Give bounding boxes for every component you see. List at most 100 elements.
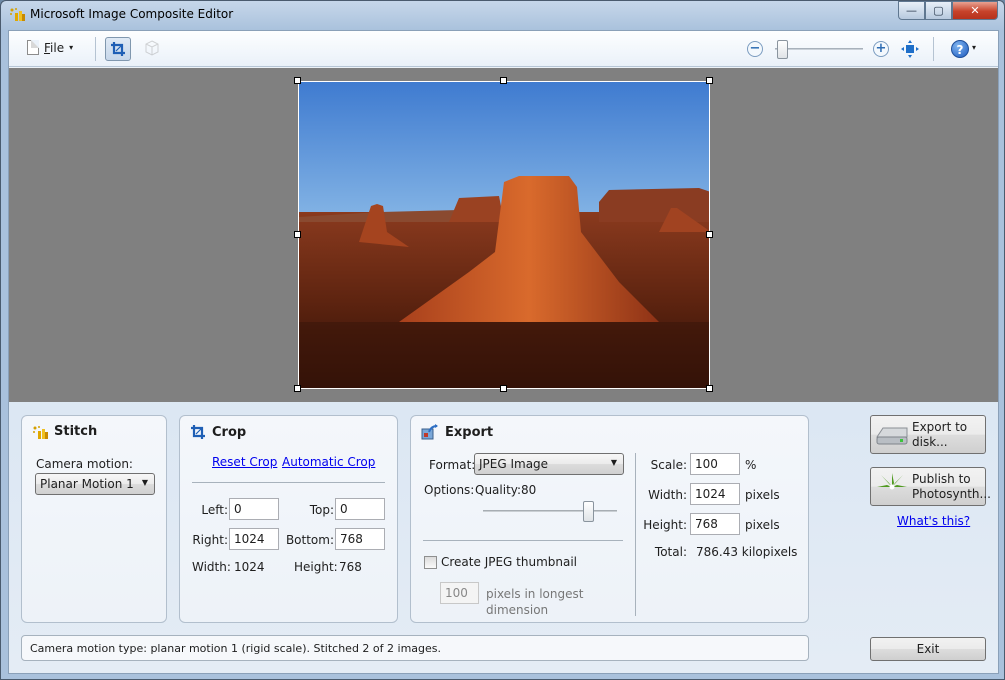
crop-tool-button[interactable]: [105, 37, 131, 61]
app-icon: [10, 8, 25, 21]
scale-label: Scale:: [650, 458, 687, 472]
exit-button[interactable]: Exit: [870, 637, 986, 661]
help-caret-icon[interactable]: ▾: [972, 43, 976, 52]
crop-right-label: Right:: [192, 533, 228, 547]
stitch-icon: [33, 425, 48, 439]
toolbar-separator: [95, 37, 96, 61]
thumbnail-desc-line1: pixels in longest: [486, 587, 584, 601]
title-bar[interactable]: Microsoft Image Composite Editor — ▢ ✕: [1, 1, 1004, 27]
crop-handle-left[interactable]: [294, 231, 301, 238]
crop-icon: [191, 425, 205, 439]
crop-handle-top[interactable]: [500, 77, 507, 84]
create-thumbnail-checkbox[interactable]: [424, 556, 437, 569]
image-canvas[interactable]: [9, 68, 998, 402]
3d-cube-icon[interactable]: [143, 39, 161, 57]
window-title: Microsoft Image Composite Editor: [30, 7, 234, 21]
scale-unit: %: [745, 458, 757, 472]
crop-handle-top-right[interactable]: [706, 77, 713, 84]
options-label: Options:: [424, 483, 475, 497]
client-area: File ▾ − + ? ▾ Stitch Camera motion: Pla…: [8, 30, 999, 674]
crop-handle-bottom[interactable]: [500, 385, 507, 392]
toolbar-separator: [933, 37, 934, 61]
whats-this-link[interactable]: What's this?: [897, 514, 970, 528]
camera-motion-select[interactable]: Planar Motion 1 ▼: [35, 473, 155, 495]
export-width-label: Width:: [648, 488, 687, 502]
panorama-image: [299, 82, 709, 388]
zoom-out-button[interactable]: −: [747, 41, 763, 57]
camera-motion-value: Planar Motion 1: [40, 477, 134, 491]
crop-title: Crop: [212, 424, 247, 440]
app-window: Microsoft Image Composite Editor — ▢ ✕ F…: [0, 0, 1005, 680]
quality-label: Quality:: [475, 483, 522, 497]
crop-handle-bottom-right[interactable]: [706, 385, 713, 392]
crop-height-value: 768: [339, 560, 362, 574]
publish-to-photosynth-button[interactable]: Publish to Photosynth...: [870, 467, 991, 506]
dropdown-arrow-icon: ▼: [141, 478, 148, 487]
close-button[interactable]: ✕: [952, 1, 998, 20]
file-menu-label: File: [44, 40, 65, 55]
crop-left-label: Left:: [201, 503, 228, 517]
toolbar: File ▾ − + ? ▾: [9, 31, 998, 67]
zoom-in-button[interactable]: +: [873, 41, 889, 57]
export-to-disk-line2: disk...: [912, 435, 948, 449]
crop-bottom-input[interactable]: 768: [335, 528, 385, 550]
caret-down-icon: ▾: [69, 43, 74, 52]
crop-left-input[interactable]: 0: [229, 498, 279, 520]
panorama-preview[interactable]: [298, 81, 710, 389]
crop-handle-bottom-left[interactable]: [294, 385, 301, 392]
export-height-unit: pixels: [745, 518, 780, 532]
status-bar: Camera motion type: planar motion 1 (rig…: [21, 635, 809, 661]
format-value: JPEG Image: [479, 457, 549, 471]
stitch-title: Stitch: [54, 424, 98, 439]
export-to-disk-button[interactable]: Export to disk...: [870, 415, 986, 454]
scale-input[interactable]: 100: [690, 453, 740, 475]
total-label: Total:: [654, 545, 687, 559]
dropdown-arrow-icon: ▼: [610, 458, 617, 467]
thumbnail-desc-line2: dimension: [486, 603, 549, 617]
export-height-label: Height:: [643, 518, 687, 532]
crop-handle-right[interactable]: [706, 231, 713, 238]
zoom-slider-track[interactable]: [775, 48, 863, 50]
crop-divider: [192, 482, 385, 483]
hard-disk-icon: [876, 427, 908, 445]
stitch-panel: Stitch Camera motion: Planar Motion 1 ▼: [21, 415, 167, 623]
export-width-input[interactable]: 1024: [690, 483, 740, 505]
help-icon[interactable]: ?: [951, 40, 969, 58]
crop-width-value: 1024: [234, 560, 265, 574]
reset-crop-link[interactable]: Reset Crop: [212, 455, 277, 469]
crop-top-label: Top:: [309, 503, 334, 517]
export-column-divider: [635, 453, 636, 616]
zoom-slider-thumb[interactable]: [777, 40, 788, 59]
thumbnail-size-input[interactable]: 100: [440, 582, 479, 604]
crop-height-label: Height:: [294, 560, 338, 574]
export-height-input[interactable]: 768: [690, 513, 740, 535]
publish-line1: Publish to: [912, 472, 971, 486]
automatic-crop-link[interactable]: Automatic Crop: [282, 455, 375, 469]
minimize-button[interactable]: —: [898, 1, 925, 20]
export-divider: [423, 540, 623, 541]
export-to-disk-line1: Export to: [912, 420, 968, 434]
crop-handle-top-left[interactable]: [294, 77, 301, 84]
crop-right-input[interactable]: 1024: [229, 528, 279, 550]
export-panel: Export Format: JPEG Image ▼ Options: Qua…: [410, 415, 809, 623]
camera-motion-label: Camera motion:: [36, 457, 133, 471]
create-thumbnail-label[interactable]: Create JPEG thumbnail: [441, 555, 577, 569]
file-menu-button[interactable]: File ▾: [27, 40, 73, 55]
format-select[interactable]: JPEG Image ▼: [474, 453, 624, 475]
crop-top-input[interactable]: 0: [335, 498, 385, 520]
quality-value: 80: [521, 483, 537, 497]
fit-to-window-icon[interactable]: [901, 40, 919, 58]
quality-slider-track[interactable]: [483, 510, 617, 512]
crop-icon: [111, 42, 125, 56]
quality-slider-thumb[interactable]: [583, 501, 594, 522]
photosynth-icon: [877, 473, 907, 501]
export-icon: [421, 424, 438, 440]
maximize-button[interactable]: ▢: [925, 1, 952, 20]
crop-width-label: Width:: [192, 560, 231, 574]
publish-line2: Photosynth...: [912, 487, 991, 501]
export-title: Export: [445, 424, 494, 440]
export-width-unit: pixels: [745, 488, 780, 502]
total-value: 786.43 kilopixels: [696, 545, 798, 559]
crop-bottom-label: Bottom:: [285, 533, 334, 547]
format-label: Format:: [429, 458, 476, 472]
